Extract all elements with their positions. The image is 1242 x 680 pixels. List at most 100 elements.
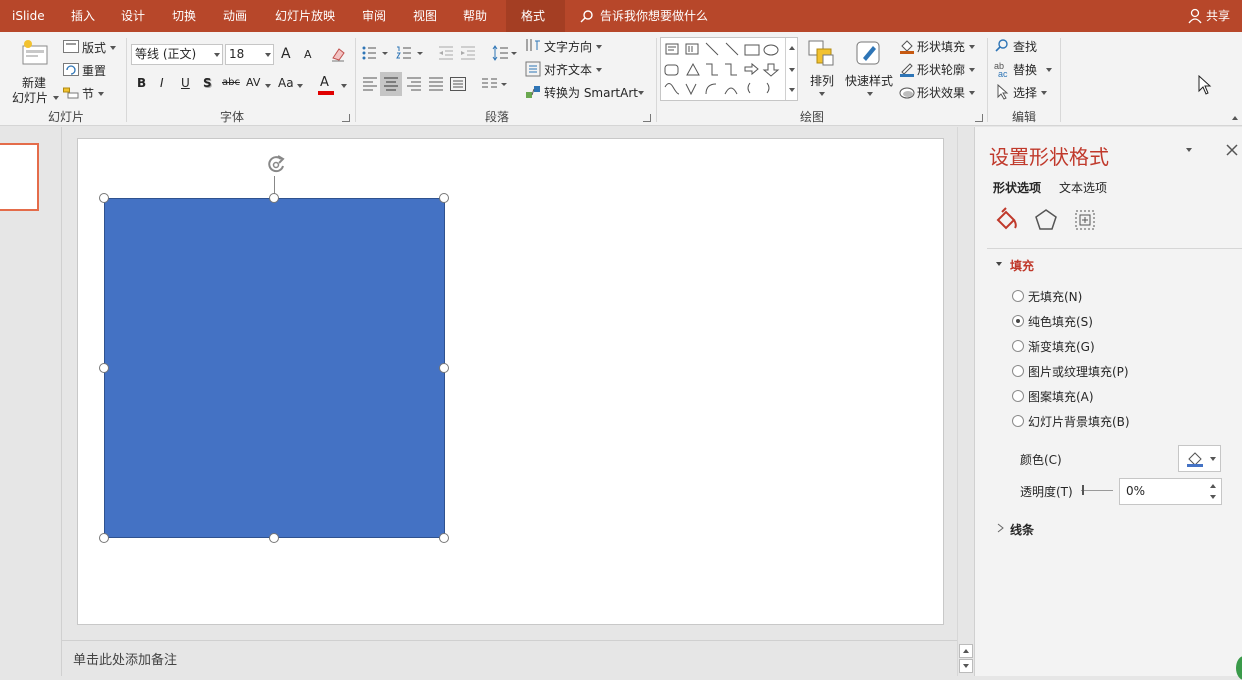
char-spacing-button[interactable]: AV (246, 76, 260, 89)
section-button[interactable]: 节 (62, 84, 107, 102)
font-name-combo[interactable]: 等线 (正文) (131, 44, 223, 65)
resize-handle-top-right[interactable] (439, 193, 449, 203)
tab-animations[interactable]: 动画 (223, 0, 247, 32)
slide-thumbnail[interactable] (0, 143, 39, 211)
text-direction-button[interactable]: 文字方向 (544, 38, 592, 55)
chevron-down-icon (297, 84, 303, 88)
pane-options-chevron-icon[interactable] (1186, 148, 1192, 152)
justify-icon[interactable] (428, 77, 444, 94)
radio-pattern-fill[interactable] (1012, 390, 1024, 402)
collapse-ribbon-icon[interactable] (1232, 116, 1238, 120)
quick-styles-button[interactable]: 快速样式 (843, 38, 895, 102)
replace-button[interactable]: ab ac 替换 (994, 60, 1056, 78)
line-section-expand-icon[interactable] (997, 523, 1005, 533)
chevron-down-icon (969, 91, 975, 95)
tab-transitions[interactable]: 切换 (172, 0, 196, 32)
tab-slideshow[interactable]: 幻灯片放映 (275, 0, 335, 32)
align-center-button[interactable] (380, 72, 402, 96)
change-case-button[interactable]: Aa (278, 76, 294, 90)
shape-outline-button[interactable]: 形状轮廓 (898, 60, 978, 78)
decrease-indent-icon[interactable] (438, 46, 454, 63)
fill-section-expand-icon[interactable] (996, 262, 1002, 266)
transparency-input[interactable]: 0% (1119, 478, 1222, 505)
radio-picture-fill[interactable] (1012, 365, 1024, 377)
scroll-down-button[interactable] (959, 659, 973, 673)
font-color-button[interactable]: A (320, 75, 329, 90)
resize-handle-bottom[interactable] (269, 533, 279, 543)
slide-scrollbar[interactable] (957, 127, 974, 676)
slide-canvas[interactable] (77, 138, 944, 625)
tab-shape-options[interactable]: 形状选项 (993, 179, 1041, 196)
radio-solid-fill[interactable] (1012, 315, 1024, 327)
shapes-gallery[interactable] (660, 37, 798, 101)
radio-gradient-fill[interactable] (1012, 340, 1024, 352)
resize-handle-bottom-left[interactable] (99, 533, 109, 543)
tab-text-options[interactable]: 文本选项 (1059, 179, 1107, 196)
option-background-fill-label: 幻灯片背景填充(B) (1028, 415, 1130, 429)
resize-handle-right[interactable] (439, 363, 449, 373)
convert-smartart-button[interactable]: 转换为 SmartArt (544, 84, 638, 101)
fill-section-header[interactable]: 填充 (1010, 257, 1034, 274)
tab-view[interactable]: 视图 (413, 0, 437, 32)
scroll-up-button[interactable] (959, 644, 973, 658)
increase-indent-icon[interactable] (460, 46, 476, 63)
italic-button[interactable]: I (160, 76, 164, 90)
tab-islide[interactable]: iSlide (12, 0, 45, 32)
font-dialog-launcher[interactable] (342, 114, 350, 122)
spin-up-icon[interactable] (1210, 484, 1216, 488)
underline-button[interactable]: U (181, 76, 190, 90)
drawing-dialog-launcher[interactable] (975, 114, 983, 122)
shrink-font-button[interactable]: A (304, 48, 312, 61)
numbering-icon[interactable] (396, 46, 424, 63)
resize-handle-top[interactable] (269, 193, 279, 203)
close-icon[interactable] (1226, 144, 1238, 156)
find-button[interactable]: 查找 (994, 37, 1050, 55)
resize-handle-left[interactable] (99, 363, 109, 373)
clear-format-icon[interactable] (330, 46, 346, 65)
selected-rectangle-shape[interactable] (104, 198, 445, 538)
new-slide-button[interactable]: 新建 幻灯片 (10, 36, 59, 105)
shape-effects-button[interactable]: 形状效果 (898, 83, 978, 101)
reset-button[interactable]: 重置 (62, 61, 112, 79)
share-button[interactable]: 共享 (1206, 0, 1230, 32)
layout-button[interactable]: 版式 (62, 38, 120, 56)
tab-design[interactable]: 设计 (121, 0, 145, 32)
transparency-slider[interactable] (1081, 490, 1113, 491)
radio-background-fill[interactable] (1012, 415, 1024, 427)
rotate-handle-icon[interactable] (263, 152, 289, 178)
transparency-slider-thumb[interactable] (1082, 485, 1084, 495)
radio-no-fill[interactable] (1012, 290, 1024, 302)
spin-down-icon[interactable] (1210, 495, 1216, 499)
tell-me-input[interactable]: 告诉我你想要做什么 (600, 0, 708, 32)
resize-handle-bottom-right[interactable] (439, 533, 449, 543)
paragraph-dialog-launcher[interactable] (643, 114, 651, 122)
shape-fill-button[interactable]: 形状填充 (898, 37, 978, 55)
bullets-icon[interactable] (362, 46, 388, 63)
effects-pentagon-icon[interactable] (1034, 208, 1058, 232)
columns-icon[interactable] (481, 77, 507, 94)
resize-handle-top-left[interactable] (99, 193, 109, 203)
fill-line-icon[interactable] (994, 207, 1020, 233)
distributed-icon[interactable] (450, 77, 466, 94)
select-button[interactable]: 选择 (994, 83, 1050, 101)
grow-font-button[interactable]: A (281, 46, 291, 62)
bold-button[interactable]: B (137, 76, 146, 90)
line-spacing-icon[interactable] (492, 45, 518, 64)
tab-format[interactable]: 格式 (506, 0, 565, 32)
align-left-icon[interactable] (362, 77, 378, 94)
align-right-icon[interactable] (406, 77, 422, 94)
arrange-button[interactable]: 排列 (806, 38, 838, 102)
strikethrough-button[interactable]: abc (222, 77, 240, 88)
font-size-combo[interactable]: 18 (225, 44, 274, 65)
shapes-gallery-icons (664, 42, 780, 96)
size-properties-icon[interactable] (1073, 208, 1097, 232)
shadow-button[interactable]: S (203, 76, 212, 90)
gallery-scroll[interactable] (785, 38, 798, 100)
line-section-header[interactable]: 线条 (1010, 521, 1034, 538)
tab-review[interactable]: 审阅 (362, 0, 386, 32)
color-picker-button[interactable] (1178, 445, 1221, 472)
tab-help[interactable]: 帮助 (463, 0, 487, 32)
notes-pane[interactable]: 单击此处添加备注 (62, 640, 957, 676)
align-text-button[interactable]: 对齐文本 (544, 61, 592, 78)
tab-insert[interactable]: 插入 (71, 0, 95, 32)
